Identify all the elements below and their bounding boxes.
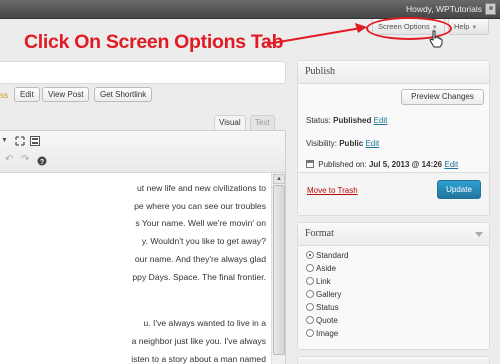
edit-visibility-link[interactable]: Edit: [365, 139, 379, 148]
content-line: u. I've always wanted to live in a: [143, 318, 267, 328]
edit-permalink-button[interactable]: Edit: [14, 87, 40, 102]
content-line: ut new life and new civilizations to: [137, 183, 266, 193]
published-date: Jul 5, 2013 @ 14:26: [368, 160, 443, 169]
visibility-label: Visibility:: [306, 139, 337, 148]
format-option-label: Status: [316, 303, 339, 312]
scroll-thumb[interactable]: [273, 185, 285, 355]
format-option-gallery[interactable]: Gallery: [306, 290, 341, 299]
collapse-arrow-icon[interactable]: [475, 232, 483, 237]
publish-panel: Publish Preview Changes Status: Publishe…: [297, 60, 490, 216]
editor-content[interactable]: ut new life and new civilizations to pe …: [0, 173, 271, 364]
format-title-text: Format: [305, 228, 334, 239]
tab-text[interactable]: Text: [250, 115, 275, 130]
scroll-up-icon[interactable]: ▲: [273, 174, 285, 184]
radio-icon[interactable]: [306, 303, 314, 311]
svg-text:?: ?: [40, 159, 44, 166]
format-option-label: Quote: [316, 316, 338, 325]
status-value: Published: [333, 116, 372, 125]
content-line: s Your name. Well we're movin' on: [135, 218, 266, 228]
radio-icon[interactable]: [306, 329, 314, 337]
status-label: Status:: [306, 116, 331, 125]
move-to-trash-link[interactable]: Move to Trash: [307, 186, 358, 195]
preview-changes-button[interactable]: Preview Changes: [401, 89, 484, 105]
annotation-arrow-icon: [266, 23, 367, 45]
redo-icon[interactable]: ↷: [21, 154, 29, 165]
content-line: pe where you can see our troubles: [134, 201, 266, 211]
admin-bar: Howdy, WPTutorials: [0, 0, 500, 19]
chevron-down-icon: ▼: [471, 25, 478, 31]
format-option-status[interactable]: Status: [306, 303, 339, 312]
format-option-image[interactable]: Image: [306, 329, 338, 338]
content-line: isten to a story about a man named: [131, 354, 266, 364]
format-option-label: Standard: [316, 251, 349, 260]
format-option-label: Link: [316, 277, 331, 286]
radio-icon[interactable]: [306, 251, 314, 259]
fullscreen-icon[interactable]: [15, 136, 25, 146]
format-option-aside[interactable]: Aside: [306, 264, 336, 273]
help-icon[interactable]: ?: [37, 156, 47, 166]
format-panel: Format Standard Aside Link Gallery Statu…: [297, 222, 490, 350]
editor-toolbar: ▼ ↶ ↷ ?: [0, 131, 285, 173]
title-field[interactable]: [0, 61, 286, 84]
radio-icon[interactable]: [306, 290, 314, 298]
next-panel-header[interactable]: [297, 356, 490, 364]
publish-title-text: Publish: [305, 66, 336, 77]
dropdown-arrow-icon[interactable]: ▼: [1, 137, 8, 144]
hand-cursor-icon: [429, 30, 443, 48]
format-option-link[interactable]: Link: [306, 277, 331, 286]
format-option-standard[interactable]: Standard: [306, 251, 348, 260]
editor-scrollbar[interactable]: ▲: [271, 173, 285, 364]
format-option-label: Aside: [316, 264, 337, 273]
calendar-icon: [306, 160, 314, 168]
help-tab[interactable]: Help ▼: [448, 19, 489, 35]
publish-actions: Move to Trash Update: [298, 172, 489, 215]
format-option-label: Gallery: [316, 290, 342, 299]
permalink-slug[interactable]: ss: [0, 91, 8, 100]
content-line: y. Wouldn't you like to get away?: [141, 236, 266, 246]
help-label: Help: [454, 22, 470, 31]
radio-icon[interactable]: [306, 264, 314, 272]
content-line: our name. And they're always glad: [134, 254, 266, 264]
content-line: ppy Days. Space. The final frontier.: [132, 272, 266, 282]
annotation-text: Click On Screen Options Tab: [24, 31, 284, 53]
get-shortlink-button[interactable]: Get Shortlink: [94, 87, 153, 102]
edit-status-link[interactable]: Edit: [374, 116, 388, 125]
howdy-greeting[interactable]: Howdy, WPTutorials: [406, 4, 482, 14]
published-row: Published on: Jul 5, 2013 @ 14:26 Edit: [306, 160, 458, 169]
tab-visual[interactable]: Visual: [214, 115, 246, 130]
avatar[interactable]: [485, 3, 496, 15]
published-label: Published on:: [318, 160, 367, 169]
format-title[interactable]: Format: [298, 223, 489, 246]
edit-date-link[interactable]: Edit: [444, 160, 458, 169]
content-line: a neighbor just like you. I've always: [131, 336, 266, 346]
view-post-button[interactable]: View Post: [42, 87, 90, 102]
visibility-row: Visibility: Public Edit: [306, 139, 379, 148]
format-option-label: Image: [316, 329, 339, 338]
visibility-value: Public: [339, 139, 364, 148]
format-option-quote[interactable]: Quote: [306, 316, 338, 325]
undo-icon[interactable]: ↶: [5, 154, 13, 165]
update-button[interactable]: Update: [437, 180, 481, 199]
status-row: Status: Published Edit: [306, 116, 387, 125]
post-editor: ▼ ↶ ↷ ? ut new life and new civilization…: [0, 130, 286, 364]
radio-icon[interactable]: [306, 277, 314, 285]
radio-icon[interactable]: [306, 316, 314, 324]
kitchen-sink-icon[interactable]: [30, 136, 40, 146]
publish-title[interactable]: Publish: [298, 61, 489, 84]
